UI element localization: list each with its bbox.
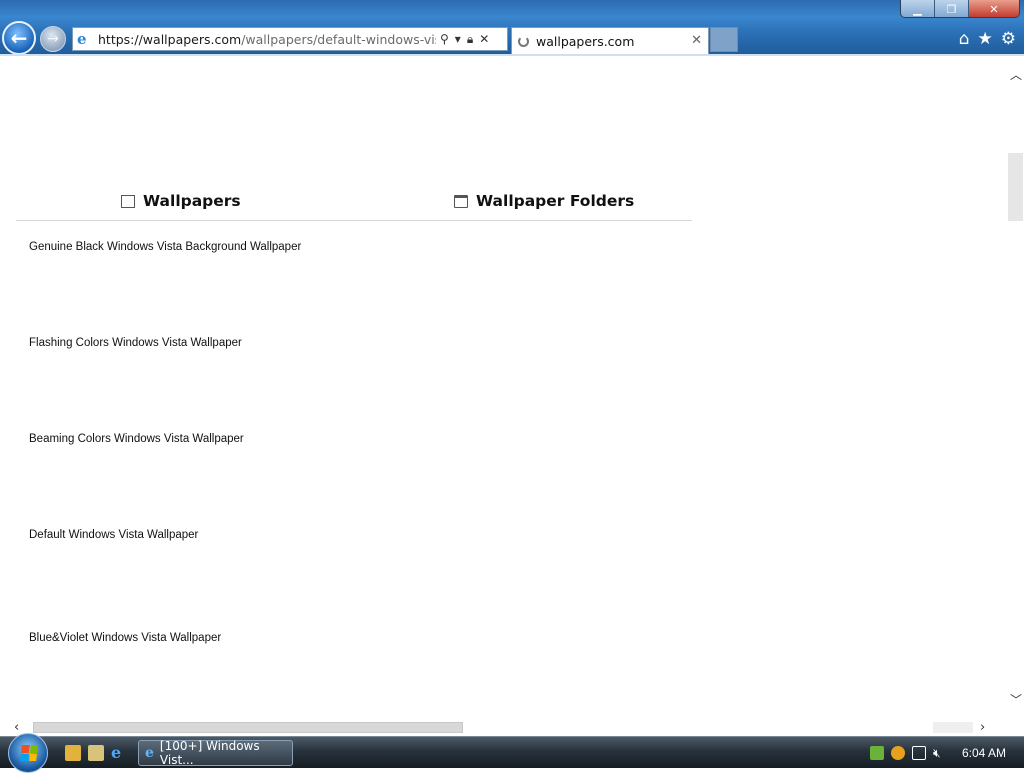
- volume-muted-icon[interactable]: 🔇︎: [933, 746, 947, 760]
- section-title-folders: Wallpaper Folders: [476, 192, 635, 210]
- section-title-wallpapers: Wallpapers: [143, 192, 241, 210]
- minimize-button[interactable]: ▁: [901, 0, 935, 17]
- list-item[interactable]: Default Windows Vista Wallpaper: [29, 529, 198, 541]
- scroll-right-icon[interactable]: ›: [980, 720, 985, 735]
- close-tab-icon[interactable]: ✕: [691, 33, 702, 48]
- list-item[interactable]: Genuine Black Windows Vista Background W…: [29, 241, 301, 253]
- folder-explorer-icon[interactable]: [88, 745, 104, 761]
- media-player-icon[interactable]: [65, 745, 81, 761]
- task-label: [100+] Windows Vist...: [159, 739, 260, 767]
- scroll-up-icon[interactable]: ︿: [1010, 66, 1022, 83]
- url-path: /wallpapers/default-windows-vista-q35b: [241, 31, 436, 47]
- close-window-button[interactable]: ✕: [969, 0, 1019, 17]
- restore-button[interactable]: ❐: [935, 0, 969, 17]
- dropdown-icon[interactable]: ▾: [455, 32, 461, 47]
- list-item[interactable]: Flashing Colors Windows Vista Wallpaper: [29, 337, 242, 349]
- address-bar[interactable]: e https://wallpapers.com/wallpapers/defa…: [72, 27, 508, 51]
- nvidia-icon[interactable]: [870, 746, 884, 760]
- scroll-down-icon[interactable]: ﹀: [1010, 691, 1022, 708]
- tab-title: wallpapers.com: [536, 33, 635, 49]
- clock[interactable]: 6:04 AM: [962, 746, 1006, 760]
- address-url[interactable]: https://wallpapers.com/wallpapers/defaul…: [98, 32, 436, 47]
- network-icon[interactable]: [912, 746, 926, 760]
- browser-window: ▁ ❐ ✕ ← → e https://wallpapers.com/wallp…: [0, 0, 1024, 736]
- new-tab-button[interactable]: [710, 27, 738, 52]
- search-tray-icon[interactable]: [891, 746, 905, 760]
- list-item[interactable]: Beaming Colors Windows Vista Wallpaper: [29, 433, 244, 445]
- tab-wallpapers-section[interactable]: Wallpapers: [121, 192, 241, 210]
- lock-icon[interactable]: 🔒︎: [467, 32, 473, 47]
- browser-tools: ⌂ ★ ⚙: [959, 29, 1016, 49]
- vertical-scrollbar[interactable]: ︿ ﹀: [1007, 56, 1024, 720]
- taskbar-ie-window-button[interactable]: e [100+] Windows Vist...: [138, 739, 293, 767]
- vertical-scroll-thumb[interactable]: [1008, 153, 1023, 221]
- horizontal-scrollbar[interactable]: ‹ ›: [0, 720, 1007, 736]
- tab-wallpaper-folders[interactable]: Wallpaper Folders: [454, 192, 634, 210]
- browser-chrome: ▁ ❐ ✕ ← → e https://wallpapers.com/wallp…: [0, 0, 1024, 56]
- ie-page-icon: e: [77, 30, 87, 48]
- loading-spinner-icon: [518, 35, 529, 47]
- favorites-star-icon[interactable]: ★: [978, 29, 993, 49]
- system-tray: 🔇︎ 6:04 AM: [862, 737, 1024, 769]
- forward-button[interactable]: →: [40, 26, 66, 52]
- stop-icon[interactable]: ✕: [479, 32, 489, 47]
- section-tabs: Wallpapers Wallpaper Folders: [16, 184, 692, 221]
- tab-wallpapers[interactable]: wallpapers.com ✕: [511, 27, 709, 54]
- image-icon: [121, 194, 135, 208]
- window-caption-buttons: ▁ ❐ ✕: [900, 0, 1020, 18]
- horizontal-scroll-track: [933, 722, 973, 733]
- home-icon[interactable]: ⌂: [959, 29, 970, 49]
- scroll-left-icon[interactable]: ‹: [14, 720, 19, 735]
- page-content: Wallpapers Wallpaper Folders Genuine Bla…: [0, 56, 1007, 720]
- back-button[interactable]: ←: [2, 21, 36, 55]
- folder-icon: [454, 194, 468, 208]
- internet-explorer-icon[interactable]: e: [111, 745, 127, 761]
- ie-task-icon: e: [145, 745, 154, 761]
- start-button[interactable]: [8, 733, 48, 773]
- horizontal-scroll-thumb[interactable]: [33, 722, 463, 733]
- list-item[interactable]: Blue&Violet Windows Vista Wallpaper: [29, 632, 221, 644]
- url-host: https://wallpapers.com: [98, 31, 242, 47]
- settings-gear-icon[interactable]: ⚙: [1001, 29, 1016, 49]
- search-icon[interactable]: ⚲: [440, 32, 449, 47]
- address-tools: ⚲ ▾ 🔒︎ ✕: [440, 32, 489, 47]
- taskbar: e e [100+] Windows Vist... 🔇︎ 6:04 AM: [0, 733, 1024, 773]
- windows-logo-icon: [20, 745, 38, 761]
